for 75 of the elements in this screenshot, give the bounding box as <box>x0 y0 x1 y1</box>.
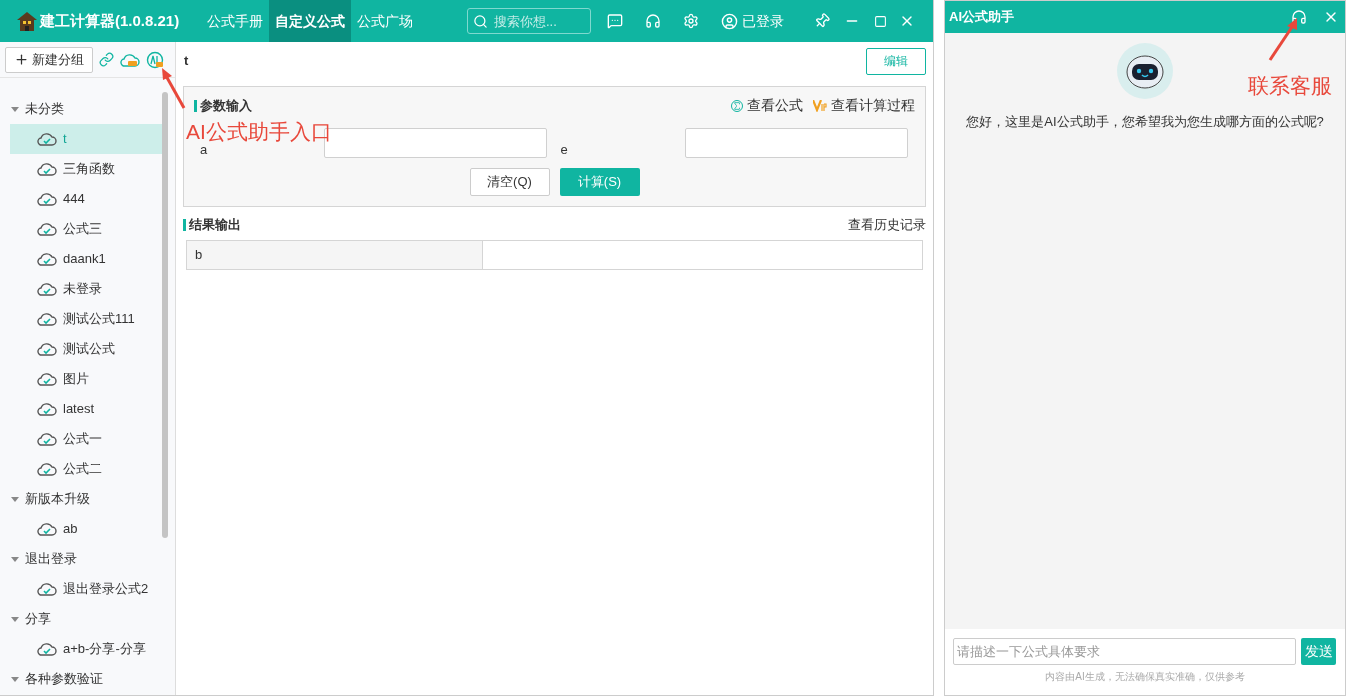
field-label: e <box>560 143 568 157</box>
assistant-greeting: 您好，这里是AI公式助手，您希望我为您生成哪方面的公式呢? <box>965 113 1325 131</box>
group-label[interactable]: 各种参数验证 <box>25 669 103 689</box>
user-icon[interactable] <box>721 12 738 30</box>
cloud-vip-icon[interactable] <box>120 51 140 68</box>
history-link[interactable]: 查看历史记录 <box>848 215 926 235</box>
cloud-check-icon <box>37 281 57 297</box>
result-label-cell: b <box>187 241 483 269</box>
maximize-icon[interactable] <box>874 14 887 28</box>
settings-icon[interactable] <box>683 13 699 29</box>
scrollbar[interactable] <box>162 92 168 538</box>
cloud-check-icon <box>37 251 57 267</box>
formula-item[interactable]: 退出登录公式2 <box>10 574 162 604</box>
new-group-button[interactable]: 新建分组 <box>5 46 93 73</box>
house-logo-icon <box>16 10 38 32</box>
annotation-label: 联系客服 <box>1248 73 1332 99</box>
group-label[interactable]: 新版本升级 <box>25 489 90 509</box>
app-title: 建工计算器(1.0.8.21) <box>40 10 180 31</box>
section-title: 参数输入 <box>194 99 252 112</box>
caret-icon[interactable] <box>11 495 19 503</box>
search-field[interactable]: 搜索你想... <box>467 8 591 34</box>
group-label[interactable]: 退出登录 <box>25 549 77 569</box>
cloud-check-icon <box>37 641 57 657</box>
caret-icon[interactable] <box>11 555 19 563</box>
view-process-link[interactable]: 查看计算过程 <box>813 95 915 116</box>
formula-item[interactable]: 未登录 <box>10 274 162 304</box>
formula-item[interactable]: 444 <box>10 184 162 214</box>
formula-title: t <box>183 52 189 71</box>
annotation-label: AI公式助手入口 <box>186 119 332 145</box>
cloud-check-icon <box>37 371 57 387</box>
cloud-check-icon <box>37 581 57 597</box>
caret-icon[interactable] <box>11 675 19 683</box>
group-label[interactable]: 未分类 <box>25 99 64 119</box>
disclaimer: 内容由AI生成，无法确保真实准确，仅供参考 <box>1044 670 1246 684</box>
cloud-check-icon <box>37 521 57 537</box>
caret-icon[interactable] <box>11 105 19 113</box>
assistant-title: AI公式助手 <box>949 8 1014 27</box>
param-input[interactable] <box>684 128 908 158</box>
help-icon[interactable] <box>607 13 623 29</box>
cloud-check-icon <box>37 401 57 417</box>
formula-item[interactable]: 公式二 <box>10 454 162 484</box>
formula-item[interactable]: daank1 <box>10 244 162 274</box>
view-formula-link[interactable]: 查看公式 <box>731 95 803 116</box>
section-title: 结果输出 <box>183 219 241 231</box>
formula-item[interactable]: a+b-分享-分享 <box>10 634 162 664</box>
cloud-check-icon <box>37 131 57 147</box>
search-icon <box>473 14 488 29</box>
formula-item[interactable]: ab <box>10 514 162 544</box>
robot-avatar-icon <box>1116 42 1174 100</box>
vip-icon <box>813 99 827 112</box>
cloud-check-icon <box>37 161 57 177</box>
formula-item[interactable]: latest <box>10 394 162 424</box>
cloud-check-icon <box>37 311 57 327</box>
formula-item[interactable]: 测试公式 <box>10 334 162 364</box>
nav-tab[interactable]: 自定义公式 <box>269 0 352 42</box>
formula-item[interactable]: 公式三 <box>10 214 162 244</box>
plus-icon <box>14 52 29 67</box>
cloud-check-icon <box>37 341 57 357</box>
cloud-check-icon <box>37 431 57 447</box>
formula-item[interactable]: 测试公式111 <box>10 304 162 334</box>
cloud-check-icon <box>37 221 57 237</box>
formula-item[interactable]: 三角函数 <box>10 154 162 184</box>
link-icon[interactable] <box>99 52 114 67</box>
ai-assistant-icon[interactable] <box>146 50 164 69</box>
cloud-check-icon <box>37 191 57 207</box>
field-label: a <box>200 143 208 157</box>
headset-icon[interactable] <box>1291 9 1307 25</box>
formula-item[interactable]: 公式一 <box>10 424 162 454</box>
caret-icon[interactable] <box>11 615 19 623</box>
formula-item[interactable]: 图片 <box>10 364 162 394</box>
group-label[interactable]: 分享 <box>25 609 51 629</box>
clear-button[interactable]: 清空(Q) <box>469 168 550 196</box>
cloud-check-icon <box>37 461 57 477</box>
headset-icon[interactable] <box>645 13 661 29</box>
formula-icon <box>731 99 743 112</box>
